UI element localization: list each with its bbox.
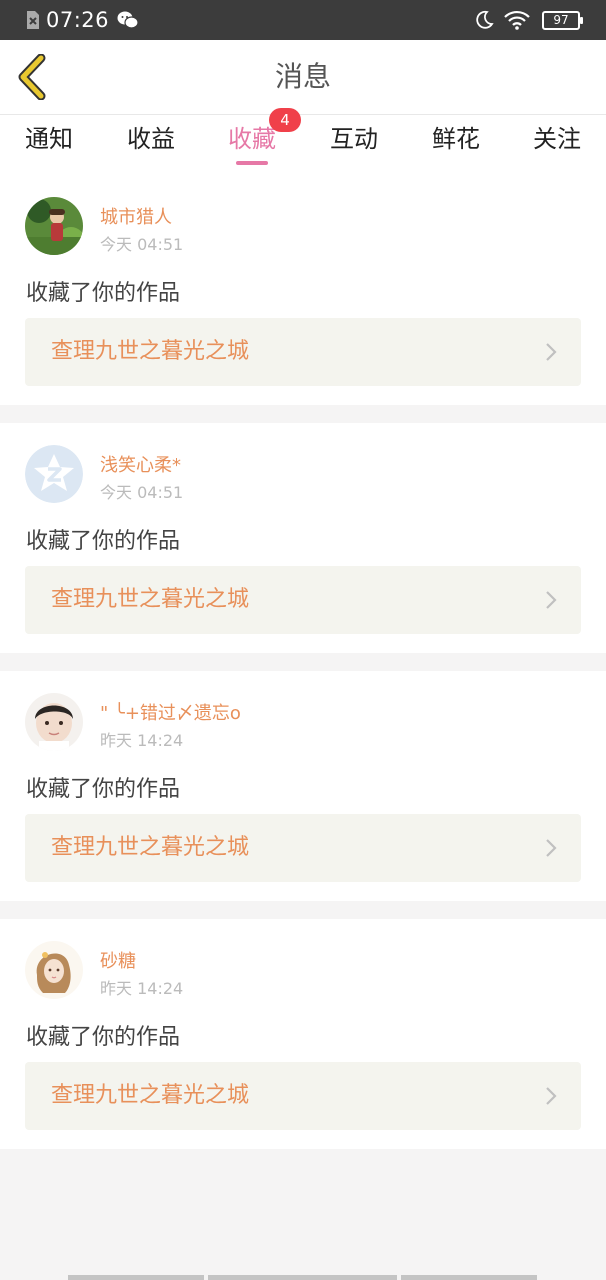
timestamp: 昨天 14:24 xyxy=(100,731,184,750)
nav-hint-bar xyxy=(208,1275,397,1280)
work-link[interactable]: 查理九世之暮光之城 xyxy=(25,566,581,634)
tab-interactions[interactable]: 互动 xyxy=(330,115,378,175)
chevron-right-icon xyxy=(546,343,557,361)
message-card: 城市猎人 今天 04:51 收藏了你的作品 查理九世之暮光之城 xyxy=(0,175,606,405)
action-text: 收藏了你的作品 xyxy=(26,529,181,554)
work-title: 查理九世之暮光之城 xyxy=(51,339,250,364)
battery-icon: 97 xyxy=(542,10,583,30)
action-text: 收藏了你的作品 xyxy=(26,1025,181,1050)
tab-label: 通知 xyxy=(25,125,73,153)
work-title: 查理九世之暮光之城 xyxy=(51,1083,250,1108)
avatar[interactable] xyxy=(25,197,83,255)
tab-earnings[interactable]: 收益 xyxy=(127,115,175,175)
sim-icon xyxy=(27,11,39,29)
tab-label: 收益 xyxy=(127,125,175,153)
tab-notifications[interactable]: 通知 xyxy=(25,115,73,175)
tab-label: 收藏 xyxy=(228,125,276,153)
tab-favorites[interactable]: 收藏 4 xyxy=(228,108,301,175)
action-text: 收藏了你的作品 xyxy=(26,281,181,306)
nav-hint-bar xyxy=(401,1275,537,1280)
avatar[interactable] xyxy=(25,445,83,503)
nav-hint-bar xyxy=(68,1275,204,1280)
page-title: 消息 xyxy=(274,60,331,93)
wifi-icon xyxy=(504,10,530,30)
tab-label: 鲜花 xyxy=(432,125,480,153)
moon-icon xyxy=(476,10,494,29)
message-card: " ╰+错过〆遗忘o 昨天 14:24 收藏了你的作品 查理九世之暮光之城 xyxy=(0,671,606,901)
user-name[interactable]: " ╰+错过〆遗忘o xyxy=(100,699,241,725)
avatar[interactable] xyxy=(25,941,83,999)
battery-level: 97 xyxy=(553,12,569,27)
tab-label: 关注 xyxy=(533,125,581,153)
header: 消息 xyxy=(0,40,606,115)
work-title: 查理九世之暮光之城 xyxy=(51,587,250,612)
chevron-right-icon xyxy=(546,839,557,857)
tab-bar: 通知 收益 收藏 4 互动 鲜花 关注 xyxy=(0,108,606,175)
chevron-right-icon xyxy=(546,1087,557,1105)
status-time: 07:26 xyxy=(46,8,110,32)
work-link[interactable]: 查理九世之暮光之城 xyxy=(25,814,581,882)
tab-flowers[interactable]: 鲜花 xyxy=(432,115,480,175)
timestamp: 今天 04:51 xyxy=(100,483,184,502)
user-name[interactable]: 城市猎人 xyxy=(100,203,172,229)
status-bar: 07:26 97 xyxy=(0,0,606,40)
active-tab-indicator xyxy=(236,161,268,165)
wechat-icon xyxy=(117,11,139,29)
timestamp: 今天 04:51 xyxy=(100,235,184,254)
unread-badge: 4 xyxy=(269,108,301,132)
work-title: 查理九世之暮光之城 xyxy=(51,835,250,860)
message-card: 浅笑心柔* 今天 04:51 收藏了你的作品 查理九世之暮光之城 xyxy=(0,423,606,653)
chevron-right-icon xyxy=(546,591,557,609)
user-name[interactable]: 浅笑心柔* xyxy=(100,451,181,477)
message-card: 砂糖 昨天 14:24 收藏了你的作品 查理九世之暮光之城 xyxy=(0,919,606,1149)
timestamp: 昨天 14:24 xyxy=(100,979,184,998)
work-link[interactable]: 查理九世之暮光之城 xyxy=(25,1062,581,1130)
work-link[interactable]: 查理九世之暮光之城 xyxy=(25,318,581,386)
user-name[interactable]: 砂糖 xyxy=(100,947,136,973)
action-text: 收藏了你的作品 xyxy=(26,777,181,802)
tab-following[interactable]: 关注 xyxy=(533,115,581,175)
avatar[interactable] xyxy=(25,693,83,751)
tab-label: 互动 xyxy=(330,125,378,153)
